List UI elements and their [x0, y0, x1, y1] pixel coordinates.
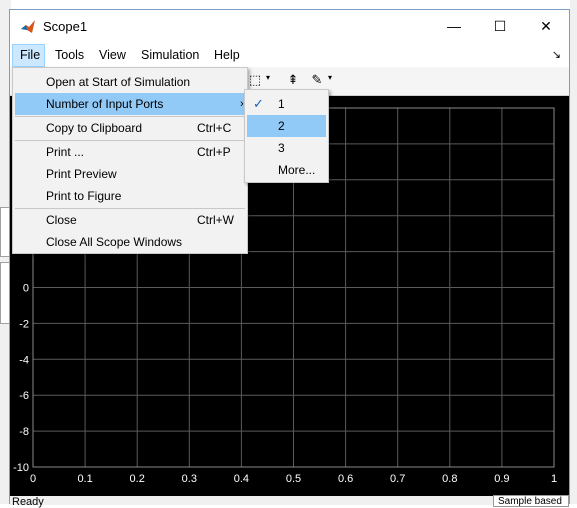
menu-simulation[interactable]: Simulation: [134, 44, 206, 67]
menu-view[interactable]: View: [92, 44, 133, 67]
menu-item-label: Copy to Clipboard: [46, 121, 143, 135]
y-tick-label: -2: [19, 318, 29, 330]
background-window-right: [570, 0, 577, 504]
submenu-item-more[interactable]: More...: [247, 159, 326, 181]
minimize-button[interactable]: —: [431, 10, 477, 42]
menu-item-copy-to-clipboard[interactable]: Copy to Clipboard Ctrl+C: [15, 117, 245, 139]
submenu-item-3[interactable]: 3: [247, 137, 326, 159]
menu-item-print[interactable]: Print ... Ctrl+P: [15, 141, 245, 163]
submenu-item-1[interactable]: ✓ 1: [247, 93, 326, 115]
maximize-button[interactable]: ☐: [477, 10, 523, 42]
menu-item-close-all-scope-windows[interactable]: Close All Scope Windows: [15, 231, 245, 253]
window-title: Scope1: [43, 19, 88, 34]
checkmark-icon: ✓: [253, 96, 264, 111]
submenu-item-label: 2: [278, 119, 285, 133]
pen-dropdown-icon[interactable]: ▾: [328, 73, 332, 82]
y-tick-label: -8: [19, 426, 29, 438]
menu-item-shortcut: Ctrl+P: [197, 145, 231, 159]
x-tick-label: 1: [551, 473, 557, 485]
matlab-logo-icon: [21, 20, 35, 33]
scale-axes-icon[interactable]: ⇞: [284, 71, 302, 89]
y-tick-label: -4: [19, 354, 29, 366]
menu-item-shortcut: Ctrl+C: [197, 121, 232, 135]
zoom-dropdown-icon[interactable]: ▾: [266, 73, 270, 82]
y-tick-label: -10: [13, 462, 29, 474]
menu-item-print-preview[interactable]: Print Preview: [15, 163, 245, 185]
submenu-item-2[interactable]: 2: [247, 115, 326, 137]
x-tick-label: 0.7: [390, 473, 405, 485]
menu-item-label: Close All Scope Windows: [46, 235, 183, 249]
menu-item-close[interactable]: Close Ctrl+W: [15, 209, 245, 231]
menu-bar: File Tools View Simulation Help ↘: [10, 44, 569, 67]
menu-item-number-of-input-ports[interactable]: Number of Input Ports ›: [15, 93, 245, 115]
x-tick-label: 0.4: [234, 473, 249, 485]
menu-item-open-at-start[interactable]: Open at Start of Simulation: [15, 71, 245, 93]
submenu-item-label: 1: [278, 97, 285, 111]
close-button[interactable]: ✕: [523, 10, 569, 42]
undock-icon[interactable]: ↘: [552, 48, 561, 61]
menu-tools[interactable]: Tools: [48, 44, 91, 67]
menu-item-label: Number of Input Ports: [46, 97, 164, 111]
y-tick-label: 0: [23, 283, 29, 295]
zoom-icon[interactable]: ⬚: [246, 71, 264, 89]
x-tick-label: 0.8: [442, 473, 457, 485]
x-tick-label: 0.1: [77, 473, 92, 485]
x-tick-label: 0: [30, 473, 36, 485]
status-text: Ready: [12, 496, 44, 508]
pen-icon[interactable]: ✎: [308, 71, 326, 89]
menu-item-label: Print to Figure: [46, 189, 122, 203]
file-menu-dropdown: Open at Start of Simulation Number of In…: [12, 67, 248, 254]
menu-item-label: Print Preview: [46, 167, 117, 181]
submenu-item-label: 3: [278, 141, 285, 155]
menu-item-label: Print ...: [46, 145, 85, 159]
x-tick-label: 0.9: [494, 473, 509, 485]
input-ports-submenu: ✓ 1 2 3 More...: [244, 89, 329, 183]
x-tick-label: 0.5: [286, 473, 301, 485]
title-bar[interactable]: Scope1 — ☐ ✕: [10, 10, 569, 44]
submenu-item-label: More...: [278, 163, 316, 177]
sample-mode-indicator: Sample based: [493, 495, 569, 507]
x-tick-label: 0.3: [182, 473, 197, 485]
menu-item-label: Open at Start of Simulation: [46, 75, 191, 89]
y-tick-label: -6: [19, 390, 29, 402]
menu-file[interactable]: File: [12, 44, 45, 67]
x-tick-label: 0.2: [130, 473, 145, 485]
x-tick-label: 0.6: [338, 473, 353, 485]
menu-item-label: Close: [46, 213, 77, 227]
menu-item-shortcut: Ctrl+W: [197, 213, 234, 227]
menu-item-print-to-figure[interactable]: Print to Figure: [15, 185, 245, 207]
menu-help[interactable]: Help: [207, 44, 247, 67]
